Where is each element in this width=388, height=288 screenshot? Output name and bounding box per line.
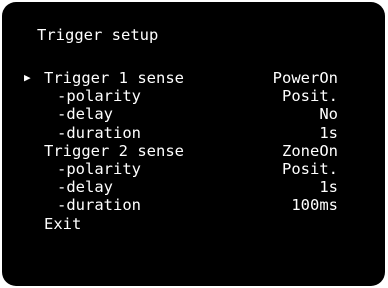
- menu-item-value: ZoneOn: [282, 141, 338, 160]
- trigger-menu: ▶ Trigger 1 sense PowerOn -polarity Posi…: [24, 69, 338, 233]
- menu-item-label: Trigger 1 sense: [44, 69, 184, 87]
- menu-item-trigger1-duration[interactable]: -duration 1s: [24, 124, 338, 142]
- menu-item-value: No: [319, 105, 338, 124]
- menu-item-label: -polarity: [57, 87, 141, 106]
- menu-item-trigger1-sense[interactable]: ▶ Trigger 1 sense PowerOn: [24, 69, 338, 87]
- menu-item-exit[interactable]: Exit: [24, 215, 338, 233]
- triangle-right-icon: ▶: [24, 71, 31, 84]
- menu-item-label: -delay: [57, 105, 113, 124]
- menu-item-trigger1-delay[interactable]: -delay No: [24, 105, 338, 123]
- menu-item-label: -polarity: [57, 159, 141, 178]
- menu-item-label: Exit: [44, 214, 82, 233]
- menu-item-value: Posit.: [282, 159, 338, 178]
- menu-item-label: -delay: [57, 178, 113, 197]
- menu-item-label: -duration: [57, 196, 141, 215]
- menu-item-trigger2-polarity[interactable]: -polarity Posit.: [24, 160, 338, 178]
- menu-item-value: 1s: [319, 178, 338, 197]
- menu-item-value: Posit.: [282, 87, 338, 106]
- menu-item-label: Trigger 2 sense: [44, 141, 184, 160]
- menu-item-value: 100ms: [291, 196, 338, 215]
- menu-item-trigger2-delay[interactable]: -delay 1s: [24, 178, 338, 196]
- menu-item-value: 1s: [319, 123, 338, 142]
- menu-item-label: -duration: [57, 123, 141, 142]
- menu-item-trigger1-polarity[interactable]: -polarity Posit.: [24, 87, 338, 105]
- menu-item-trigger2-duration[interactable]: -duration 100ms: [24, 196, 338, 214]
- osd-screen: Trigger setup ▶ Trigger 1 sense PowerOn …: [2, 2, 385, 286]
- menu-item-value: PowerOn: [272, 69, 338, 87]
- screen-title: Trigger setup: [37, 26, 159, 44]
- menu-item-trigger2-sense[interactable]: Trigger 2 sense ZoneOn: [24, 142, 338, 160]
